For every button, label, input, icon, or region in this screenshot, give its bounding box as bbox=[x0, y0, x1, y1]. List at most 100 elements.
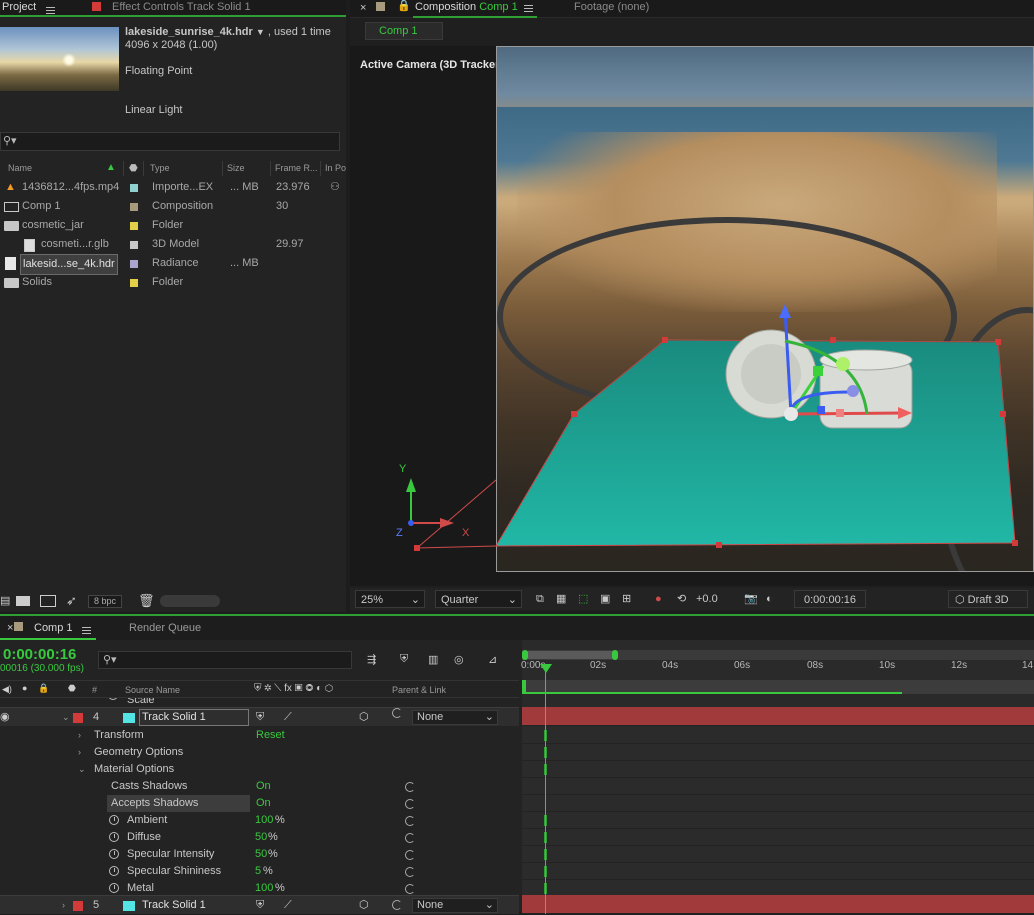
composition-viewer[interactable]: Active Camera (3D Tracker Camera) Y X Z bbox=[350, 46, 1034, 586]
property-ambient[interactable]: Ambient 100 % bbox=[0, 812, 519, 829]
property-group-material[interactable]: ⌄ Material Options bbox=[0, 761, 519, 778]
label-tag-icon[interactable]: ⬣ bbox=[129, 163, 138, 174]
col-frame-rate[interactable]: Frame R... bbox=[275, 163, 318, 173]
region-of-interest-icon[interactable]: ▣ bbox=[600, 590, 610, 608]
solo-icon[interactable]: ● bbox=[22, 683, 27, 693]
mask-visibility-icon[interactable]: ⬚ bbox=[578, 590, 588, 608]
property-group-geometry[interactable]: › Geometry Options bbox=[0, 744, 519, 761]
panel-menu-icon[interactable] bbox=[46, 6, 55, 14]
project-item[interactable]: Comp 1 Composition 30 bbox=[0, 197, 330, 216]
property-specular-shininess[interactable]: Specular Shininess 5 % bbox=[0, 863, 519, 880]
project-item[interactable]: lakesid...se_4k.hdr Radiance ... MB bbox=[0, 254, 330, 275]
show-snapshot-icon[interactable]: ◐ bbox=[766, 590, 773, 608]
label-swatch[interactable] bbox=[130, 279, 138, 287]
quality-switch-icon[interactable]: ⟋ bbox=[284, 896, 292, 915]
stopwatch-icon[interactable] bbox=[109, 832, 119, 842]
corner-handle[interactable] bbox=[662, 337, 668, 343]
scrollbar[interactable] bbox=[160, 595, 220, 607]
pick-whip-icon[interactable] bbox=[392, 708, 402, 718]
pick-whip-icon[interactable] bbox=[405, 816, 415, 826]
tab-project[interactable]: Project bbox=[2, 0, 36, 15]
label-tag-icon[interactable]: ⬣ bbox=[68, 683, 76, 694]
new-folder-icon[interactable] bbox=[16, 596, 30, 606]
playhead-handle[interactable] bbox=[540, 664, 552, 673]
stopwatch-icon[interactable] bbox=[109, 866, 119, 876]
label-swatch[interactable] bbox=[130, 203, 138, 211]
motion-blur-icon[interactable]: ◎ bbox=[454, 653, 464, 666]
property-value[interactable]: 5 bbox=[255, 863, 261, 880]
col-source-name[interactable]: Source Name bbox=[125, 685, 180, 695]
property-diffuse[interactable]: Diffuse 50 % bbox=[0, 829, 519, 846]
stopwatch-icon[interactable] bbox=[109, 883, 119, 893]
property-specular-intensity[interactable]: Specular Intensity 50 % bbox=[0, 846, 519, 863]
3d-layer-icon[interactable]: ⬡ bbox=[359, 708, 369, 727]
project-search-input[interactable]: ⚲▾ bbox=[0, 132, 340, 151]
property-group-transform[interactable]: › Transform Reset bbox=[0, 727, 519, 744]
current-time[interactable]: 0:00:00:16 bbox=[3, 646, 76, 663]
layer-switches-icons[interactable]: ⛨ ✲ ⟍ fx ▣ ◎ ◐ ⬡ bbox=[254, 683, 333, 694]
pick-whip-icon[interactable] bbox=[405, 833, 415, 843]
property-accepts-shadows[interactable]: Accepts Shadows On bbox=[0, 795, 519, 812]
comp-subtab[interactable]: Comp 1 bbox=[365, 22, 443, 40]
layer-duration-bar[interactable] bbox=[522, 707, 1034, 726]
snapshot-icon[interactable]: 📷 bbox=[744, 590, 758, 608]
fast-preview-icon[interactable]: ⧉ bbox=[536, 590, 544, 608]
layer-row[interactable]: ◉ ⌄ 4 Track Solid 1 ⛨ ⟋ ⬡ None ⌄ bbox=[0, 707, 519, 726]
graph-editor-icon[interactable]: ⊿ bbox=[488, 653, 497, 666]
stopwatch-icon[interactable] bbox=[108, 698, 118, 700]
file-dropdown-icon[interactable]: ▼ bbox=[256, 27, 265, 37]
label-swatch[interactable] bbox=[130, 260, 138, 268]
property-row-scale[interactable]: Scale bbox=[0, 698, 519, 707]
label-swatch[interactable] bbox=[130, 184, 138, 192]
timeline-search-input[interactable]: ⚲▾ bbox=[98, 651, 352, 669]
lock-icon[interactable]: 🔒 bbox=[38, 683, 49, 694]
twirl-open-icon[interactable]: ⌄ bbox=[62, 708, 70, 727]
shy-switch-icon[interactable]: ⛨ bbox=[256, 708, 264, 727]
interpret-footage-icon[interactable]: ▤ bbox=[0, 594, 10, 607]
layer-row[interactable]: › 5 Track Solid 1 ⛨ ⟋ ⬡ None ⌄ bbox=[0, 895, 519, 914]
resolution-dropdown[interactable]: Quarter ⌄ bbox=[435, 590, 522, 608]
rotation-handle[interactable] bbox=[836, 357, 850, 371]
av-switches-icon[interactable]: ◀) bbox=[2, 684, 12, 695]
layer-name[interactable]: Track Solid 1 bbox=[139, 709, 249, 726]
pick-whip-icon[interactable] bbox=[405, 782, 415, 792]
tab-footage[interactable]: Footage (none) bbox=[574, 0, 649, 15]
twirl-closed-icon[interactable]: › bbox=[62, 896, 65, 915]
edge-handle[interactable] bbox=[716, 542, 722, 548]
comp-flowchart-icon[interactable]: ⇶ bbox=[367, 653, 376, 666]
new-composition-icon[interactable] bbox=[40, 595, 56, 607]
project-item[interactable]: Solids Folder bbox=[0, 273, 330, 292]
edge-handle[interactable] bbox=[571, 411, 577, 417]
project-item[interactable]: cosmeti...r.glb 3D Model 29.97 bbox=[0, 235, 330, 254]
eye-icon[interactable]: ◉ bbox=[0, 708, 10, 727]
stopwatch-icon[interactable] bbox=[109, 849, 119, 859]
corner-handle[interactable] bbox=[1012, 540, 1018, 546]
grid-guides-icon[interactable]: ⊞ bbox=[622, 590, 631, 608]
renderer-button[interactable]: ⬡ Draft 3D bbox=[948, 590, 1028, 608]
col-parent[interactable]: Parent & Link bbox=[392, 685, 446, 695]
panel-menu-icon[interactable] bbox=[82, 624, 91, 636]
tab-composition[interactable]: Composition Comp 1 bbox=[415, 0, 518, 15]
label-swatch[interactable] bbox=[130, 241, 138, 249]
stopwatch-icon[interactable] bbox=[109, 815, 119, 825]
property-value[interactable]: 50 bbox=[255, 829, 267, 846]
tab-effect-controls[interactable]: Effect Controls Track Solid 1 bbox=[112, 0, 251, 15]
layer-label-swatch[interactable] bbox=[73, 713, 83, 723]
col-type[interactable]: Type bbox=[150, 163, 170, 173]
close-icon[interactable]: × bbox=[360, 1, 366, 16]
parent-dropdown[interactable]: None ⌄ bbox=[412, 710, 498, 725]
corner-handle[interactable] bbox=[995, 339, 1001, 345]
pick-whip-icon[interactable] bbox=[405, 850, 415, 860]
exposure-value[interactable]: +0.0 bbox=[696, 590, 718, 608]
col-size[interactable]: Size bbox=[227, 163, 245, 173]
col-name[interactable]: Name bbox=[8, 163, 32, 173]
time-navigator[interactable] bbox=[522, 650, 1034, 660]
close-icon[interactable]: × bbox=[7, 621, 13, 636]
pick-whip-icon[interactable] bbox=[392, 900, 402, 910]
lock-icon[interactable]: 🔒 bbox=[397, 0, 411, 14]
bit-depth-button[interactable]: 8 bpc bbox=[88, 595, 122, 608]
timeline-time-graph[interactable]: 0:00s 02s 04s 06s 08s 10s 12s 14 bbox=[521, 640, 1034, 914]
corner-handle[interactable] bbox=[414, 545, 420, 551]
3d-layer-icon[interactable]: ⬡ bbox=[359, 896, 369, 915]
layer-duration-bar[interactable] bbox=[522, 895, 1034, 914]
